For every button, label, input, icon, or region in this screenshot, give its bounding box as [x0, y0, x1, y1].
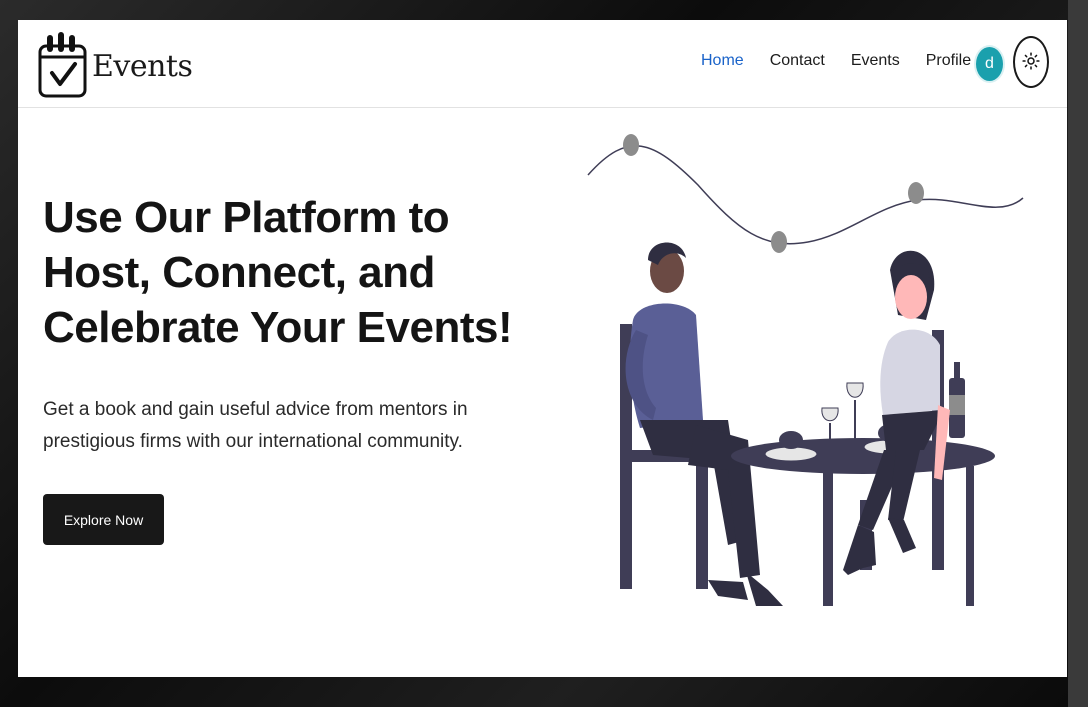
hero-title: Use Our Platform to Host, Connect, and C…	[43, 193, 513, 352]
calendar-check-icon	[38, 29, 88, 104]
user-avatar[interactable]: d	[976, 47, 1003, 81]
frame-edge	[1068, 0, 1088, 707]
nav-link-contact[interactable]: Contact	[770, 52, 825, 70]
theme-toggle-button[interactable]	[1013, 36, 1049, 88]
nav-link-home[interactable]: Home	[701, 52, 744, 70]
brand-name: Events	[92, 49, 193, 84]
nav-link-profile[interactable]: Profile	[926, 52, 971, 70]
nav-links: Home Contact Events Profile	[701, 52, 997, 70]
couple-dinner-illustration	[578, 120, 1038, 645]
browser-page: Events Home Contact Events Profile d Use…	[18, 20, 1067, 677]
explore-now-button[interactable]: Explore Now	[43, 494, 164, 545]
nav-link-events[interactable]: Events	[851, 52, 900, 70]
sun-icon	[1022, 51, 1040, 73]
navbar: Events Home Contact Events Profile d	[18, 20, 1067, 108]
hero-subtitle: Get a book and gain useful advice from m…	[43, 399, 468, 452]
brand-logo[interactable]: Events	[38, 29, 193, 104]
